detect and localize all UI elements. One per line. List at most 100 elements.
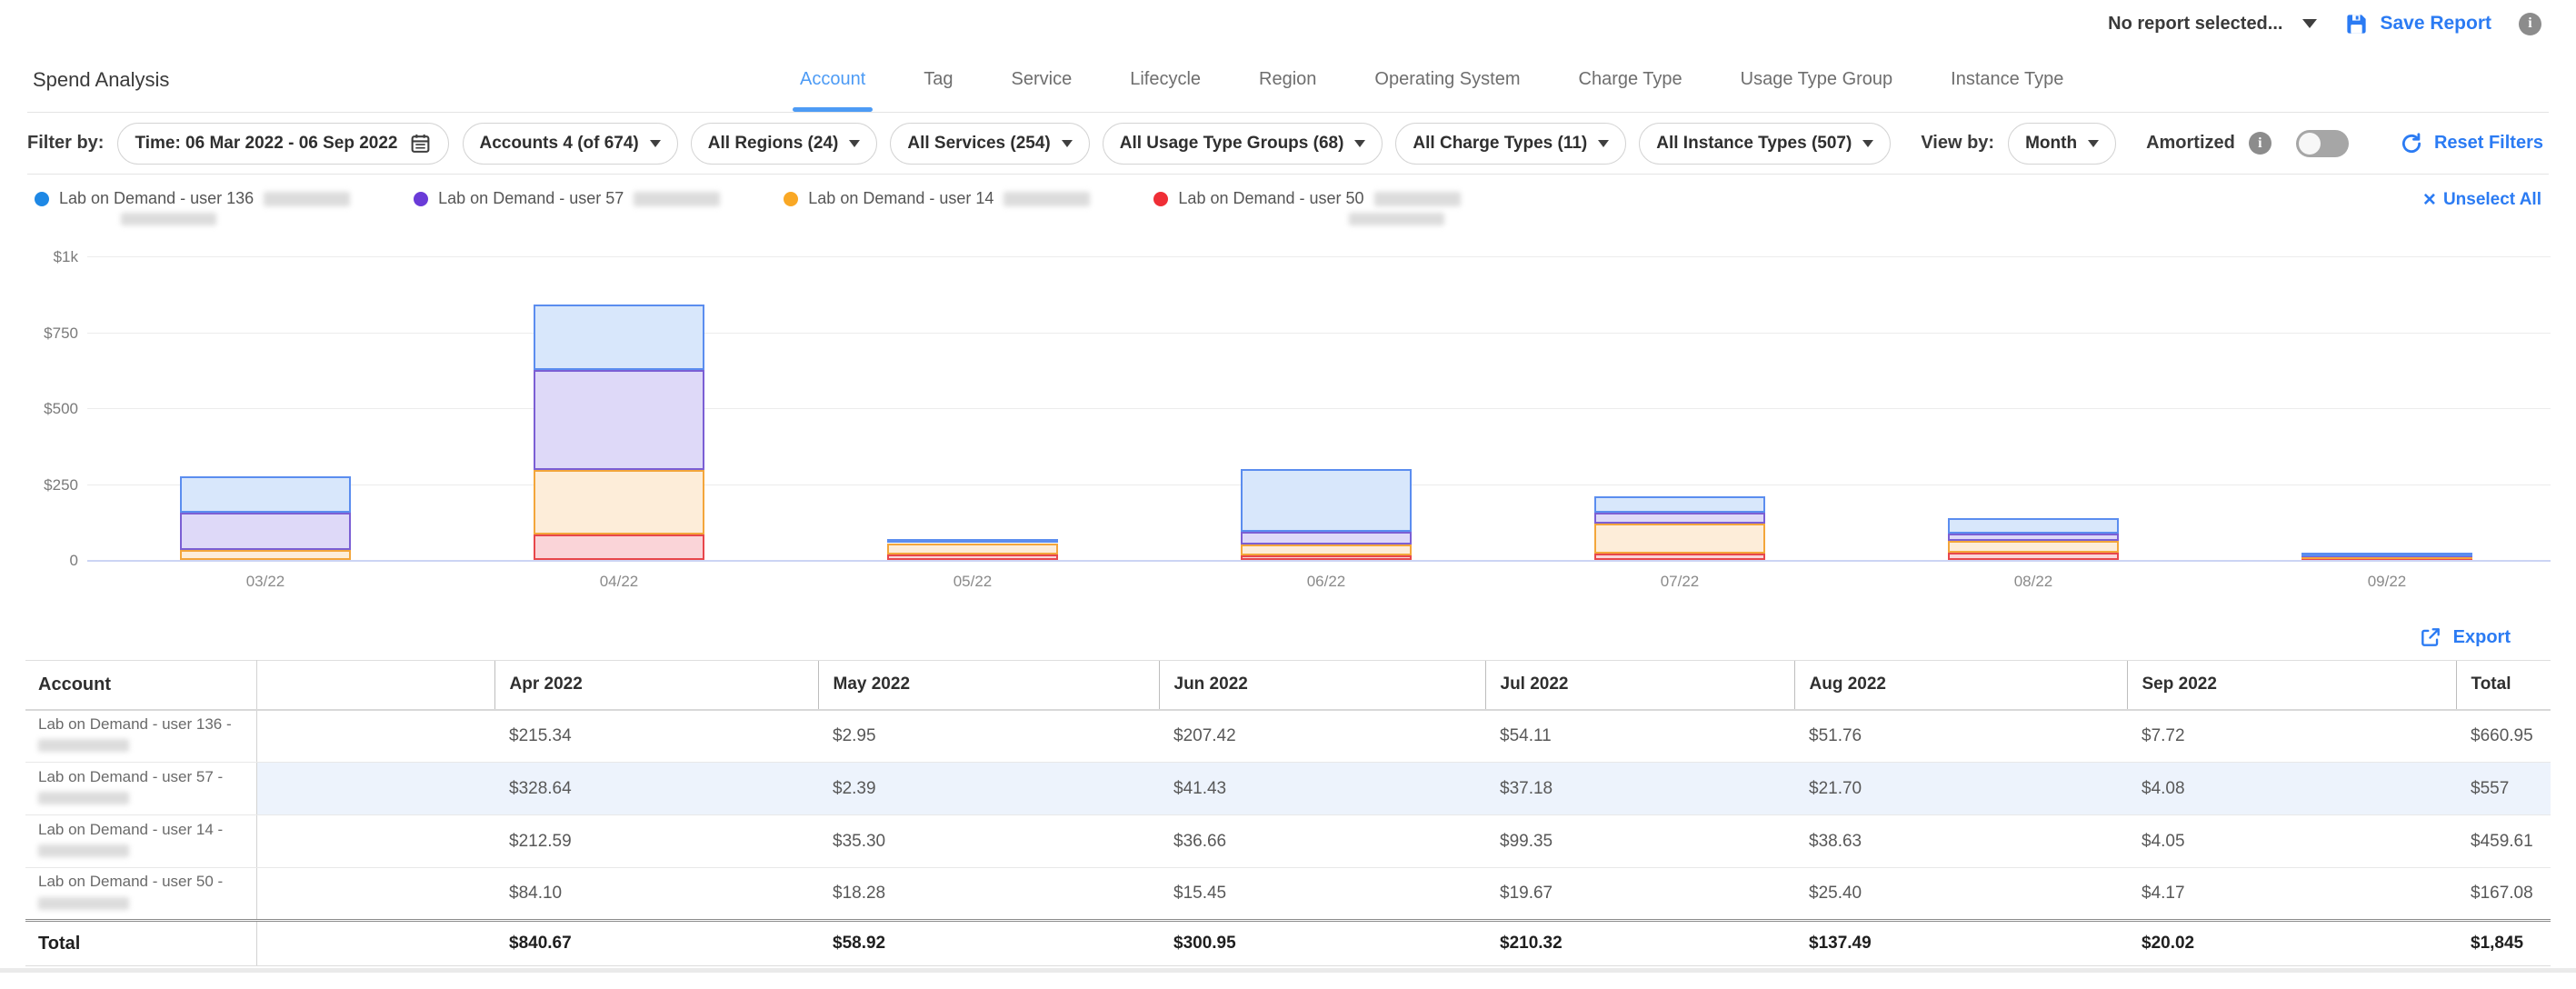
x-axis-tick-label: 05/22 (918, 573, 1027, 591)
legend-item[interactable]: Lab on Demand - user 136 (35, 189, 350, 208)
bar-segment-lab-on-demand-user-50[interactable] (1594, 554, 1765, 560)
amortized-info-icon[interactable]: i (2249, 132, 2271, 155)
export-button[interactable]: Export (0, 613, 2576, 660)
value-cell: $459.61 (2456, 815, 2551, 868)
table-row[interactable]: Lab on Demand - user 57 -$328.64$2.39$41… (25, 763, 2551, 815)
tab-region[interactable]: Region (1259, 69, 1316, 90)
filter-pill-accounts-4-of-674-[interactable]: Accounts 4 (of 674) (463, 123, 678, 165)
bar-segment-lab-on-demand-user-50[interactable] (887, 554, 1058, 560)
account-cell: Lab on Demand - user 14 - (25, 815, 256, 868)
legend-label: Lab on Demand - user 136 (59, 189, 254, 208)
bar-segment-lab-on-demand-user-50[interactable] (1241, 555, 1412, 560)
report-selector-dropdown[interactable]: No report selected... (2108, 14, 2317, 35)
legend-item[interactable]: Lab on Demand - user 14 (784, 189, 1090, 208)
gridline (87, 560, 2551, 562)
time-range-pill[interactable]: Time: 06 Mar 2022 - 06 Sep 2022 (117, 123, 448, 165)
bar-segment-lab-on-demand-user-57[interactable] (180, 513, 351, 550)
table-row[interactable]: Lab on Demand - user 14 -$212.59$35.30$3… (25, 815, 2551, 868)
bar-segment-lab-on-demand-user-136[interactable] (1948, 518, 2119, 534)
account-cell: Lab on Demand - user 50 - (25, 868, 256, 921)
table-row[interactable]: Lab on Demand - user 50 -$84.10$18.28$15… (25, 868, 2551, 921)
tab-instance-type[interactable]: Instance Type (1951, 69, 2063, 90)
bar-segment-lab-on-demand-user-14[interactable] (1594, 524, 1765, 554)
report-selector-label: No report selected... (2108, 14, 2282, 35)
bar-segment-lab-on-demand-user-14[interactable] (1241, 544, 1412, 555)
save-report-label: Save Report (2380, 13, 2491, 35)
bar-segment-lab-on-demand-user-57[interactable] (1241, 532, 1412, 544)
reset-filters-button[interactable]: Reset Filters (2400, 132, 2543, 155)
tab-operating-system[interactable]: Operating System (1374, 69, 1520, 90)
title-row: Spend Analysis AccountTagServiceLifecycl… (27, 47, 2549, 113)
info-icon[interactable]: i (2519, 13, 2541, 35)
legend-label: Lab on Demand - user 14 (808, 189, 993, 208)
y-axis-tick-label: $500 (27, 400, 78, 418)
filter-pill-all-services-254-[interactable]: All Services (254) (890, 123, 1089, 165)
value-cell: $212.59 (494, 815, 818, 868)
chart-legend: Lab on Demand - user 136 Lab on Demand - … (0, 175, 2576, 242)
gridline (87, 408, 2551, 409)
account-name: Lab on Demand - user 57 - (38, 767, 256, 786)
view-by-label: View by: (1921, 133, 1994, 154)
account-id-redacted (38, 895, 256, 915)
x-axis-tick-label: 08/22 (1979, 573, 2088, 591)
table-row[interactable]: Lab on Demand - user 136 -$215.34$2.95$2… (25, 710, 2551, 763)
bar-segment-lab-on-demand-user-14[interactable] (180, 550, 351, 560)
column-header-jun-2022: Jun 2022 (1159, 661, 1485, 710)
column-spacer (256, 661, 494, 710)
bar-segment-lab-on-demand-user-136[interactable] (534, 305, 704, 370)
tab-charge-type[interactable]: Charge Type (1579, 69, 1682, 90)
bar-segment-lab-on-demand-user-14[interactable] (534, 470, 704, 534)
bar-segment-lab-on-demand-user-136[interactable] (2301, 553, 2472, 556)
unselect-all-button[interactable]: × Unselect All (2423, 189, 2541, 211)
total-value-cell: $300.95 (1159, 921, 1485, 966)
chevron-down-icon (1062, 140, 1073, 147)
save-icon (2344, 12, 2369, 36)
redacted-text (1374, 192, 1461, 206)
value-cell: $19.67 (1485, 868, 1794, 921)
bar-segment-lab-on-demand-user-14[interactable] (1948, 541, 2119, 553)
y-axis-tick-label: 0 (27, 552, 78, 570)
spend-bar-chart: $1k$750$500$250003/2204/2205/2206/2207/2… (27, 245, 2551, 613)
bar-segment-lab-on-demand-user-136[interactable] (1594, 496, 1765, 513)
tab-tag[interactable]: Tag (924, 69, 953, 90)
chevron-down-icon (1598, 140, 1609, 147)
bar-segment-lab-on-demand-user-136[interactable] (180, 476, 351, 514)
legend-item[interactable]: Lab on Demand - user 50 (1153, 189, 1460, 208)
save-report-button[interactable]: Save Report (2344, 12, 2491, 36)
filter-pill-all-regions-24-[interactable]: All Regions (24) (691, 123, 878, 165)
tab-lifecycle[interactable]: Lifecycle (1130, 69, 1201, 90)
bar-segment-lab-on-demand-user-14[interactable] (887, 544, 1058, 554)
filter-pill-all-usage-type-groups-68-[interactable]: All Usage Type Groups (68) (1103, 123, 1383, 165)
bar-segment-lab-on-demand-user-57[interactable] (1948, 534, 2119, 540)
total-label-cell: Total (25, 921, 256, 966)
tab-service[interactable]: Service (1012, 69, 1073, 90)
bar-segment-lab-on-demand-user-50[interactable] (1948, 553, 2119, 560)
x-axis-tick-label: 04/22 (564, 573, 674, 591)
bar-segment-lab-on-demand-user-136[interactable] (887, 539, 1058, 543)
total-value-cell: $840.67 (494, 921, 818, 966)
account-name: Lab on Demand - user 136 - (38, 714, 256, 734)
bar-segment-lab-on-demand-user-57[interactable] (534, 370, 704, 470)
redacted-text (38, 844, 129, 857)
column-header-jul-2022: Jul 2022 (1485, 661, 1794, 710)
filter-pill-all-charge-types-11-[interactable]: All Charge Types (11) (1395, 123, 1626, 165)
chevron-down-icon (1354, 140, 1365, 147)
view-by-pill[interactable]: Month (2008, 123, 2116, 165)
legend-item[interactable]: Lab on Demand - user 57 (414, 189, 720, 208)
redacted-text (121, 213, 216, 225)
amortized-toggle[interactable] (2296, 130, 2349, 157)
total-value-cell: $210.32 (1485, 921, 1794, 966)
value-cell: $2.39 (818, 763, 1159, 815)
y-axis-tick-label: $250 (27, 476, 78, 494)
redacted-text (38, 739, 129, 752)
tab-account[interactable]: Account (800, 69, 865, 90)
value-cell: $15.45 (1159, 868, 1485, 921)
bar-segment-lab-on-demand-user-136[interactable] (1241, 469, 1412, 532)
x-axis-tick-label: 06/22 (1272, 573, 1381, 591)
bar-segment-lab-on-demand-user-57[interactable] (1594, 513, 1765, 524)
value-cell: $167.08 (2456, 868, 2551, 921)
filter-pill-all-instance-types-507-[interactable]: All Instance Types (507) (1639, 123, 1891, 165)
tab-usage-type-group[interactable]: Usage Type Group (1741, 69, 1893, 90)
bar-segment-lab-on-demand-user-50[interactable] (534, 534, 704, 560)
value-cell: $99.35 (1485, 815, 1794, 868)
